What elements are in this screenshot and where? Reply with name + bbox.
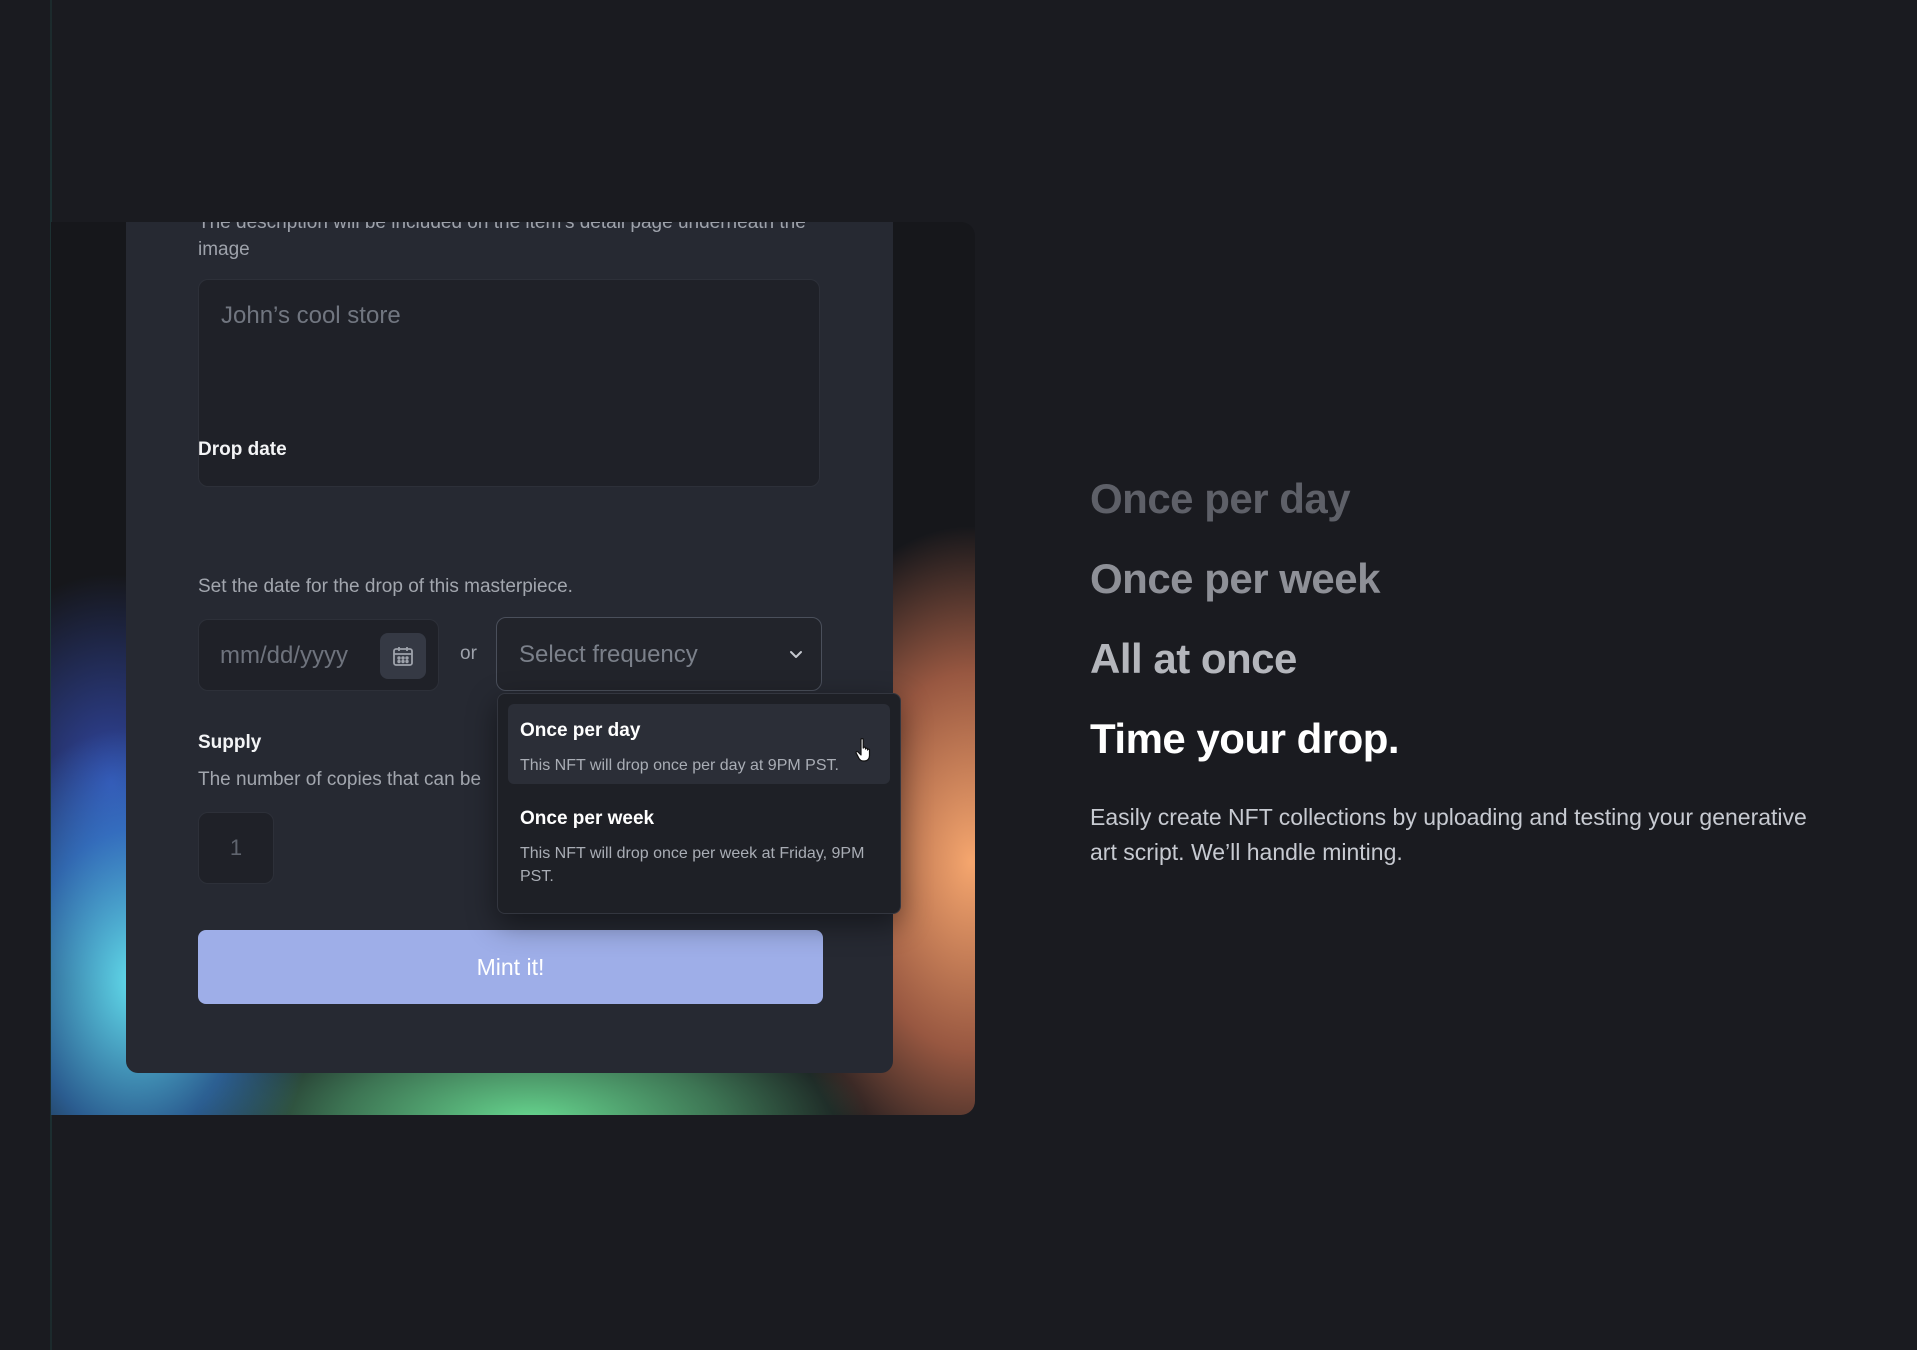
drop-date-help: Set the date for the drop of this master… <box>198 576 573 597</box>
date-placeholder: mm/dd/yyyy <box>220 642 349 669</box>
option-description: This NFT will drop once per week at Frid… <box>520 845 865 885</box>
calendar-icon <box>393 647 413 666</box>
option-title: Once per day <box>520 720 641 741</box>
supply-input[interactable]: 1 <box>198 812 274 884</box>
feature-body: Easily create NFT collections by uploadi… <box>1090 804 1807 865</box>
dropdown-option-once-per-week[interactable]: Once per week This NFT will drop once pe… <box>508 792 890 904</box>
or-text: or <box>460 643 477 664</box>
option-description: This NFT will drop once per day at 9PM P… <box>520 757 839 774</box>
option-title: Once per week <box>520 808 655 829</box>
pointer-cursor-icon <box>855 738 871 762</box>
supply-help: The number of copies that can be <box>198 769 482 790</box>
chevron-down-icon <box>790 651 802 658</box>
dropdown-option-once-per-day[interactable]: Once per day This NFT will drop once per… <box>508 704 890 784</box>
frequency-placeholder: Select frequency <box>519 641 698 668</box>
drop-date-label: Drop date <box>198 439 287 460</box>
supply-label: Supply <box>198 732 262 753</box>
description-placeholder: John’s cool store <box>221 302 401 329</box>
description-textarea[interactable]: John’s cool store <box>198 279 820 487</box>
calendar-button[interactable] <box>380 633 426 679</box>
frequency-dropdown: Once per day This NFT will drop once per… <box>497 693 901 914</box>
mint-button[interactable]: Mint it! <box>198 930 823 1004</box>
description-help: The description will be included on the … <box>198 222 806 260</box>
frequency-select[interactable]: Select frequency <box>496 617 822 691</box>
feature-option-once-per-week: Once per week <box>1090 555 1380 602</box>
mint-form-card: The description will be included on the … <box>126 222 893 1073</box>
feature-heading: Time your drop. <box>1090 715 1400 762</box>
date-input[interactable]: mm/dd/yyyy <box>198 619 439 691</box>
feature-option-once-per-day: Once per day <box>1090 475 1351 522</box>
feature-option-all-at-once: All at once <box>1090 635 1297 682</box>
